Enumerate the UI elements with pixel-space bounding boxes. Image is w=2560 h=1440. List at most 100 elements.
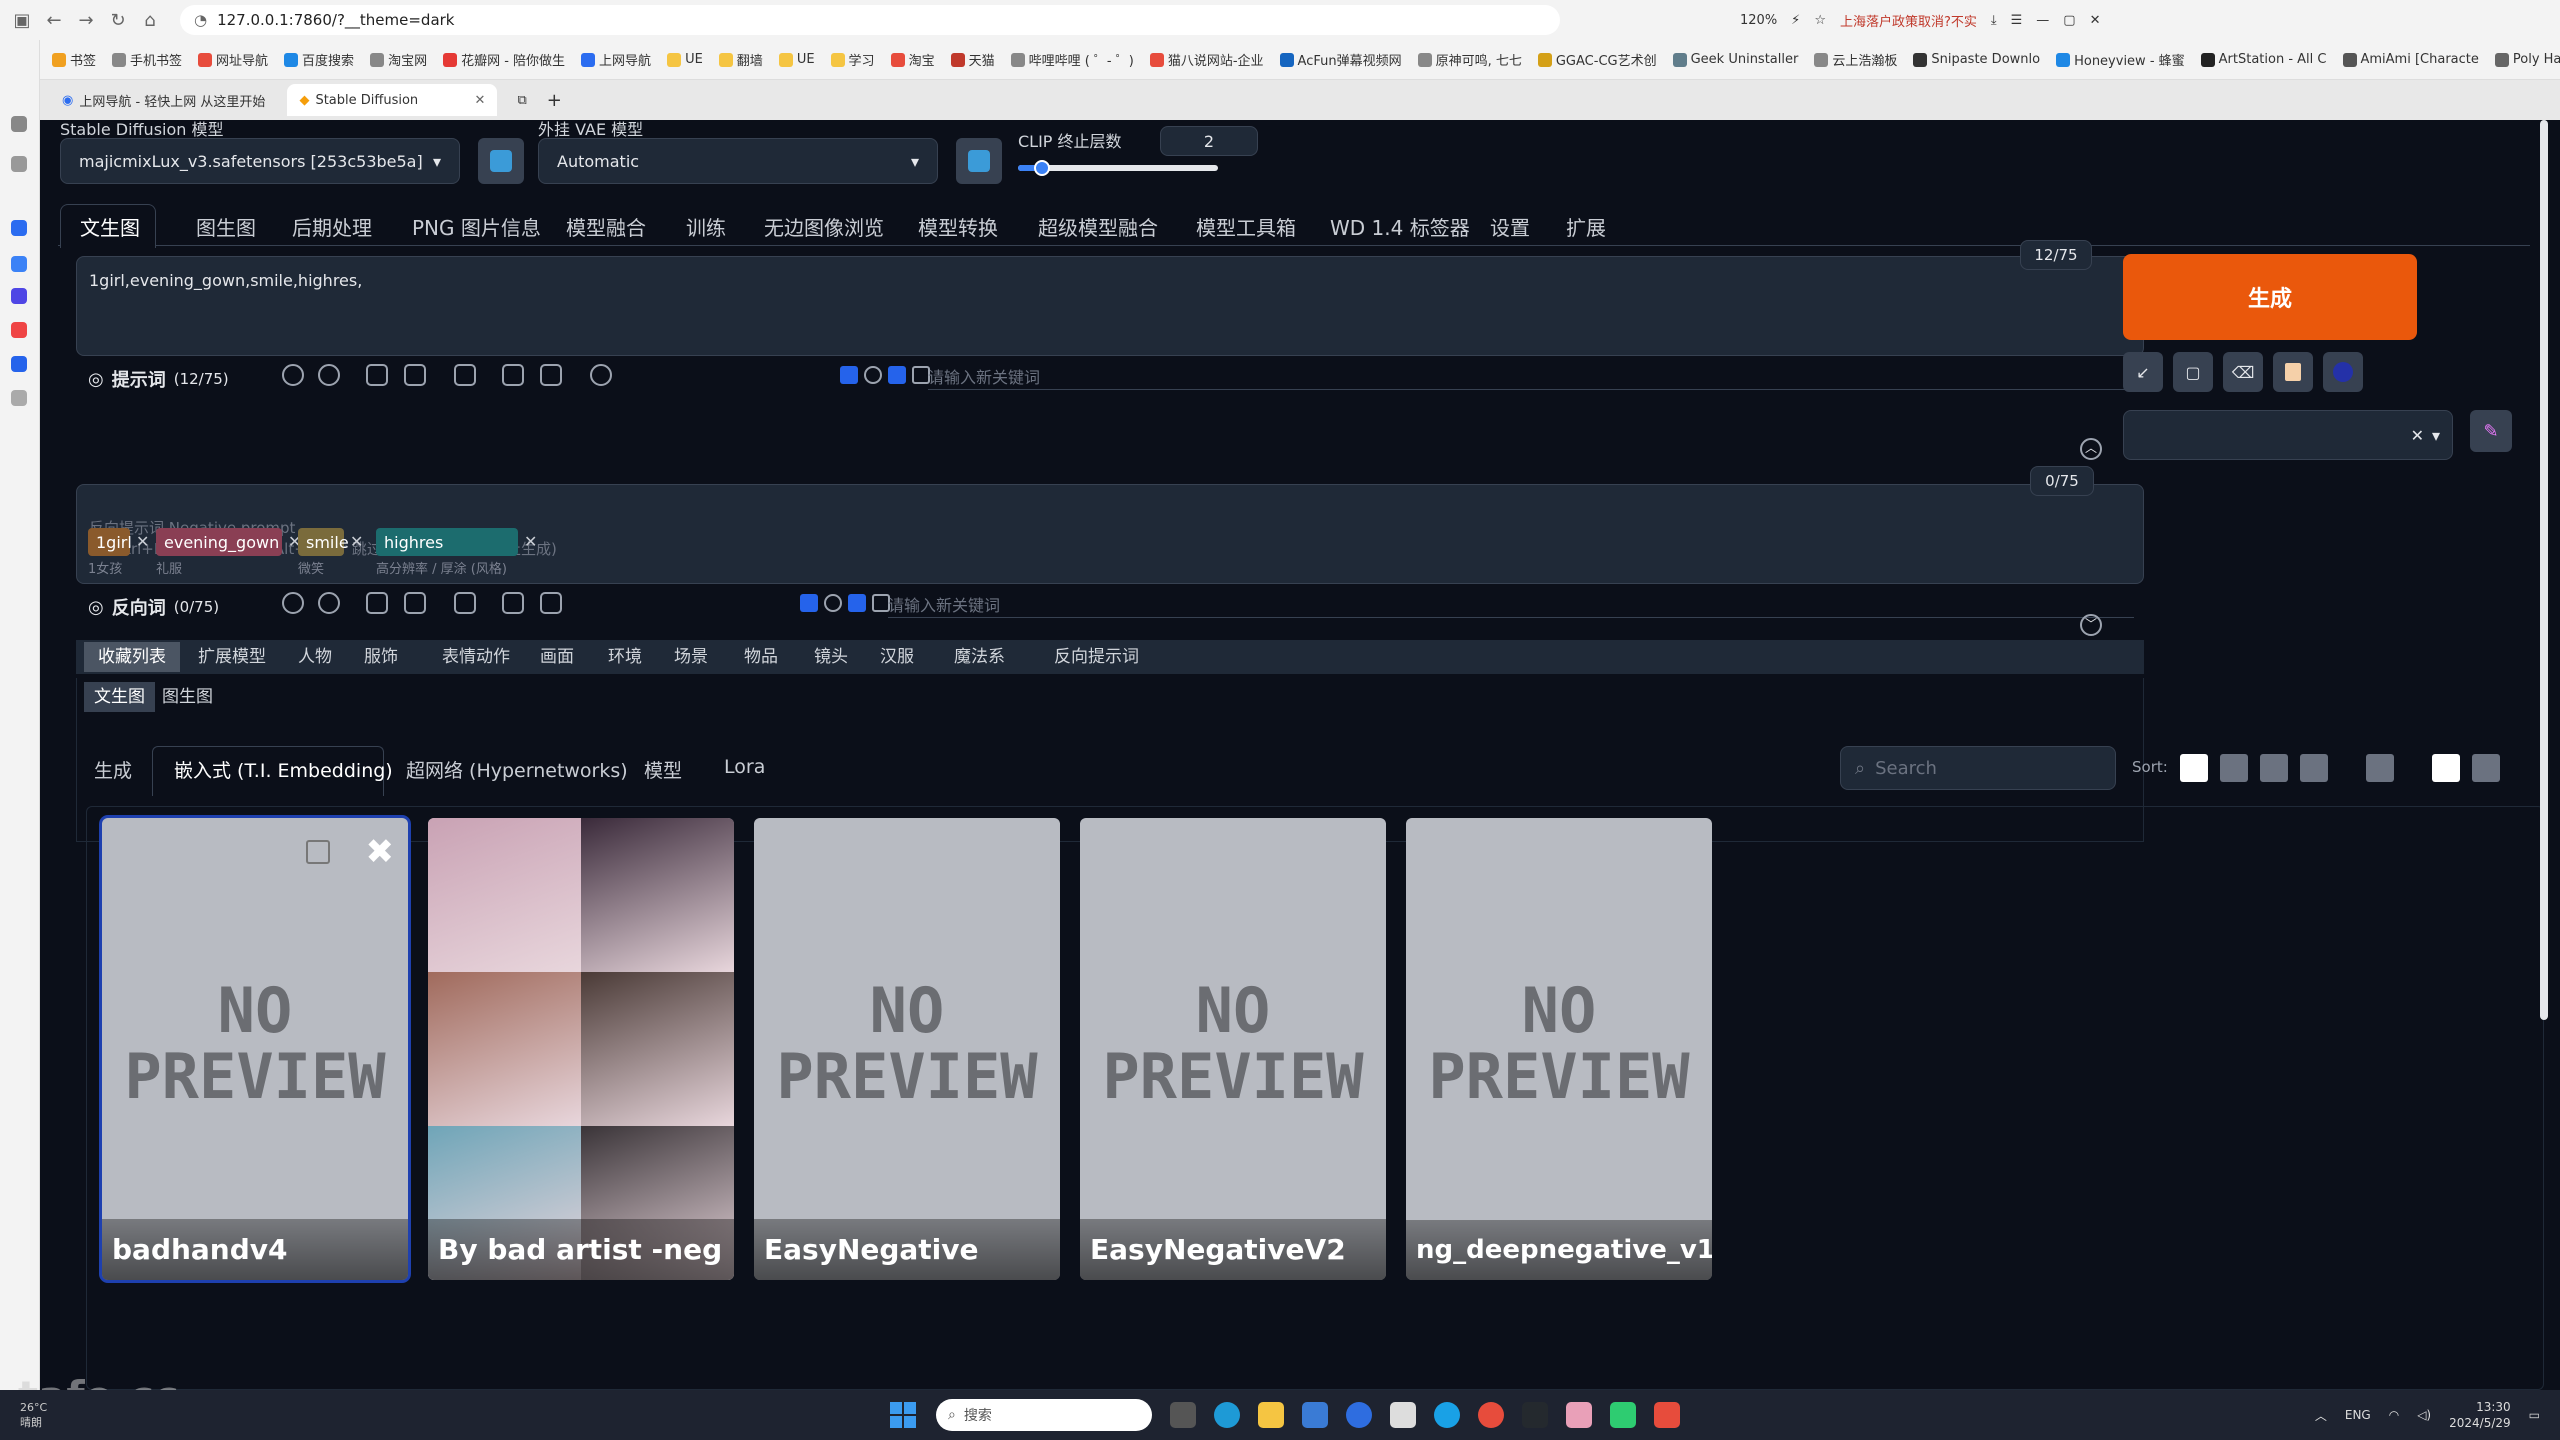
- clip-slider-thumb[interactable]: [1034, 160, 1050, 176]
- keyword-checkboxes[interactable]: [840, 366, 930, 384]
- main-tab[interactable]: 超级模型融合: [1038, 212, 1158, 241]
- main-tab[interactable]: 图生图: [196, 212, 256, 241]
- category-tab[interactable]: 物品: [738, 642, 784, 672]
- generate-button[interactable]: 生成: [2123, 254, 2417, 340]
- prompt-tag[interactable]: 1girl: [88, 528, 132, 556]
- category-tab[interactable]: 汉服: [874, 642, 920, 672]
- bookmark-item[interactable]: 书签: [52, 50, 96, 69]
- duplicate-icon[interactable]: [502, 592, 524, 614]
- trash-icon[interactable]: [540, 592, 562, 614]
- copy-icon[interactable]: [366, 592, 388, 614]
- bookmark-item[interactable]: 原神可鸣, 七七: [1417, 50, 1522, 69]
- bookmark-item[interactable]: UE: [778, 52, 815, 67]
- checkbox-checked[interactable]: [800, 594, 818, 612]
- remove-tag-icon[interactable]: ✕: [524, 532, 537, 551]
- category-subtab[interactable]: 文生图: [84, 682, 155, 712]
- bookmark-item[interactable]: 网址导航: [198, 50, 268, 69]
- edge-icon[interactable]: [1214, 1402, 1240, 1428]
- prompt-tag[interactable]: evening_gown: [156, 528, 282, 556]
- video-icon[interactable]: [11, 322, 27, 338]
- bookmark-item[interactable]: 翻墙: [718, 50, 763, 69]
- address-bar[interactable]: ◔ 127.0.0.1:7860/?__theme=dark: [180, 5, 1560, 35]
- clear-prompt-button[interactable]: ▢: [2173, 352, 2213, 392]
- prompt-tag[interactable]: smile: [298, 528, 349, 556]
- extra-networks-button[interactable]: [2323, 352, 2363, 392]
- close-extra-networks-button[interactable]: [2472, 754, 2500, 782]
- edit-style-button[interactable]: ✎: [2470, 410, 2512, 452]
- sort-direction-button[interactable]: [2366, 754, 2394, 782]
- clock[interactable]: 13:30 2024/5/29: [2449, 1399, 2511, 1431]
- main-tab[interactable]: 训练: [686, 212, 726, 241]
- duplicate-icon[interactable]: [502, 364, 524, 386]
- checkbox-checked[interactable]: [848, 594, 866, 612]
- main-tab[interactable]: 后期处理: [292, 212, 372, 241]
- copy-icon[interactable]: [366, 364, 388, 386]
- settings-icon[interactable]: [318, 364, 340, 386]
- trash-icon[interactable]: [540, 364, 562, 386]
- embedding-card[interactable]: NO PREVIEW EasyNegative: [754, 818, 1060, 1280]
- search-rail-icon[interactable]: [11, 220, 27, 236]
- extra-network-tab[interactable]: 模型: [644, 756, 682, 783]
- bookmark-item[interactable]: 猫八说网站-企业: [1149, 50, 1264, 69]
- extra-network-tab[interactable]: Lora: [724, 756, 765, 778]
- volume-icon[interactable]: ◁): [2417, 1408, 2431, 1422]
- zoom-level[interactable]: 120%: [1740, 13, 1777, 28]
- clip-value-input[interactable]: 2: [1160, 126, 1258, 156]
- app-icon[interactable]: [1610, 1402, 1636, 1428]
- back-icon[interactable]: ←: [38, 4, 70, 36]
- remove-tag-icon[interactable]: ✕: [136, 532, 149, 551]
- app-icon[interactable]: [1346, 1402, 1372, 1428]
- main-tab[interactable]: 无边图像浏览: [764, 212, 884, 241]
- collapse-up-icon[interactable]: ︿: [2080, 438, 2102, 460]
- model-select[interactable]: majicmixLux_v3.safetensors [253c53be5a] …: [60, 138, 460, 184]
- main-tab[interactable]: 扩展: [1566, 212, 1606, 241]
- category-tab[interactable]: 服饰: [358, 642, 404, 672]
- folder-icon[interactable]: [11, 156, 27, 172]
- bookmark-item[interactable]: 学习: [830, 50, 875, 69]
- taskbar-search[interactable]: ⌕ 搜索: [936, 1399, 1152, 1431]
- category-tab[interactable]: 人物: [292, 642, 338, 672]
- close-window-icon[interactable]: ✕: [2090, 13, 2101, 28]
- vscode-icon[interactable]: [1522, 1402, 1548, 1428]
- bookmark-item[interactable]: UE: [667, 52, 703, 67]
- keyword-input[interactable]: 请输入新关键词: [928, 360, 2134, 390]
- category-tab[interactable]: 场景: [668, 642, 714, 672]
- page-scrollbar[interactable]: [2540, 120, 2548, 1020]
- app-icon[interactable]: [1654, 1402, 1680, 1428]
- tab-list-icon[interactable]: ⧉: [517, 93, 526, 108]
- photos-icon[interactable]: [1390, 1402, 1416, 1428]
- add-icon[interactable]: [11, 390, 27, 406]
- refresh-model-button[interactable]: [478, 138, 524, 184]
- bookmark-item[interactable]: 上网导航: [581, 50, 651, 69]
- new-tab-icon[interactable]: +: [547, 90, 562, 111]
- notification-icon[interactable]: ▭: [2529, 1408, 2540, 1422]
- close-tab-icon[interactable]: ✕: [475, 93, 486, 108]
- negative-keyword-input[interactable]: 请输入新关键词: [888, 588, 2134, 618]
- tray-chevron-icon[interactable]: ︿: [2315, 1407, 2327, 1424]
- sort-modified-button[interactable]: [2300, 754, 2328, 782]
- embedding-card[interactable]: NO PREVIEW ✖ badhandv4: [102, 818, 408, 1280]
- maximize-icon[interactable]: ▢: [2063, 13, 2075, 28]
- main-tab[interactable]: WD 1.4 标签器: [1330, 212, 1470, 241]
- category-tab[interactable]: 反向提示词: [1048, 642, 1145, 672]
- bookmark-item[interactable]: Snipaste Downlo: [1913, 52, 2040, 67]
- bookmark-item[interactable]: 花瓣网 - 陪你做生: [443, 50, 565, 69]
- menu-icon[interactable]: ☰: [2011, 13, 2023, 28]
- checkbox-checked[interactable]: [888, 366, 906, 384]
- browser-tab-active[interactable]: ◆ Stable Diffusion ✕: [287, 84, 498, 116]
- extension-icon[interactable]: ⚡: [1791, 13, 1800, 28]
- app-icon[interactable]: [11, 356, 27, 372]
- category-tab[interactable]: 镜头: [808, 642, 854, 672]
- bookmark-item[interactable]: 天猫: [950, 50, 995, 69]
- language-indicator[interactable]: ENG: [2345, 1408, 2371, 1422]
- chrome-icon[interactable]: [1478, 1402, 1504, 1428]
- bookmark-icon[interactable]: [404, 364, 426, 386]
- timer-icon[interactable]: [824, 594, 842, 612]
- keyword-checkboxes[interactable]: [800, 594, 890, 612]
- notes-button[interactable]: [2273, 352, 2313, 392]
- prompt-textarea[interactable]: 1girl,evening_gown,smile,highres,: [76, 256, 2144, 356]
- prompt-section-header[interactable]: ◎ 提示词 (12/75): [88, 366, 229, 392]
- bookmark-item[interactable]: Geek Uninstaller: [1672, 52, 1798, 67]
- reload-icon[interactable]: ↻: [102, 4, 134, 36]
- main-tab[interactable]: 设置: [1490, 212, 1530, 241]
